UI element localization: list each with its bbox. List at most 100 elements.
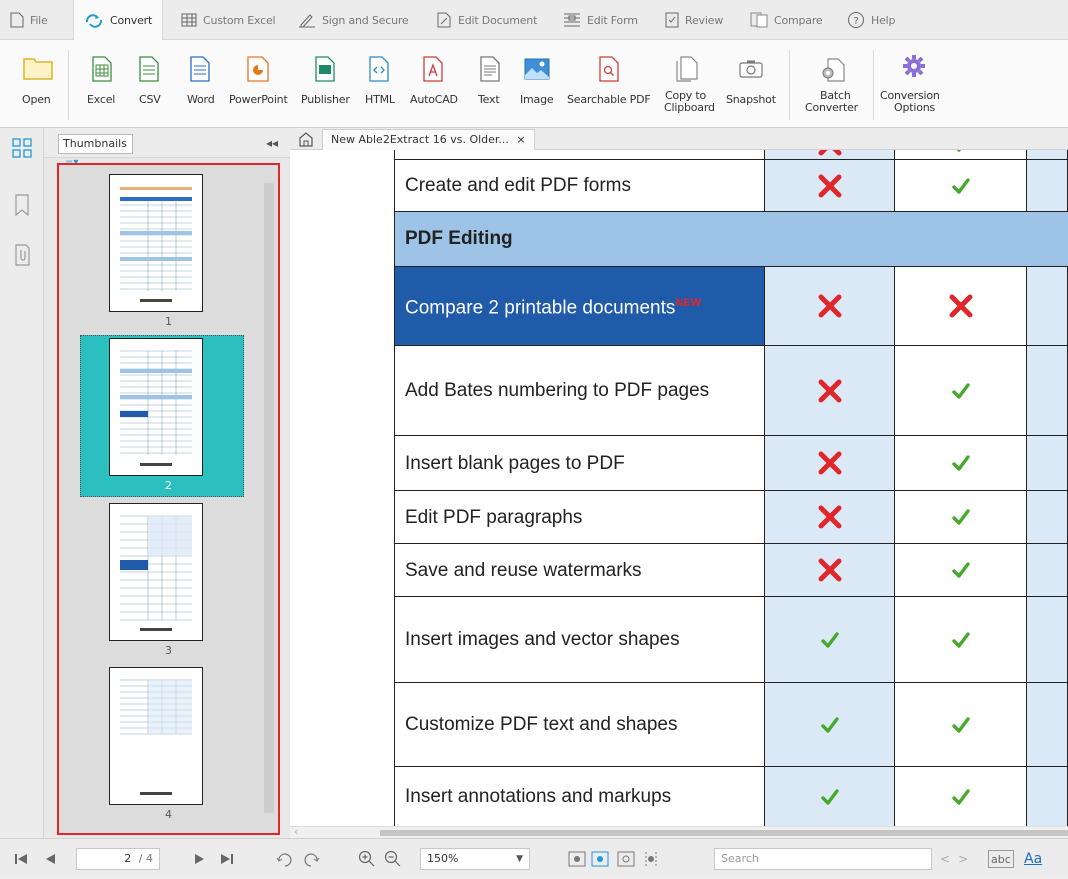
cross-icon [818,174,841,197]
close-tab-icon[interactable]: × [516,133,525,146]
tab-review[interactable]: Review [665,0,723,40]
page-thumbnail-1[interactable] [109,174,203,312]
gear-icon [903,55,925,77]
chevron-left-icon[interactable]: < [940,852,950,866]
page-thumbnail-3[interactable] [109,503,203,641]
check-icon [951,788,970,805]
open-button[interactable]: Open [20,40,56,128]
zoom-in-button[interactable] [358,839,376,879]
tab-help[interactable]: ? Help [847,0,895,40]
tab-sign-and-secure[interactable]: Sign and Secure [298,0,409,40]
rotate-buttons[interactable] [276,839,320,879]
convert-icon [85,13,103,28]
html-button[interactable]: HTML [362,40,396,128]
cross-icon [949,294,972,318]
compare-cell [895,683,1027,766]
image-button[interactable]: Image [517,40,557,128]
tab-custom-excel[interactable]: Custom Excel [181,0,276,40]
copy-to-clipboard-button[interactable]: Copy to Clipboard [660,40,715,128]
chevron-left-icon[interactable]: ‹ [294,825,298,838]
check-icon [951,382,970,399]
bookmark-icon[interactable] [14,194,30,216]
review-icon [665,12,679,28]
table-row: Compare 2 printable documentsNEW [394,267,1068,346]
page-thumbnail-4[interactable] [109,667,203,805]
next-page-icon [195,854,204,864]
check-icon [951,509,970,525]
tab-compare[interactable]: Compare [750,0,823,40]
compare-cell [1027,767,1068,826]
match-case-toggle[interactable]: Aa [1024,839,1042,879]
whole-word-toggle[interactable]: abc [988,850,1014,868]
page-thumbnail-2[interactable] [109,338,203,476]
csv-icon [139,56,159,82]
compare-cell [765,491,895,543]
search-input[interactable]: Search [714,848,932,870]
document-tab[interactable]: New Able2Extract 16 vs. Older... × [322,129,535,150]
compare-cell [765,544,895,596]
page-input[interactable]: 2 / 4 [76,848,160,870]
feature-label: Save and reuse watermarks [394,544,765,596]
feature-label: Add Bates numbering to PDF pages [394,346,765,435]
ribbon-separator [873,50,874,120]
thumbnails-icon[interactable] [12,138,32,158]
section-title: PDF Editing [405,228,513,249]
chevron-right-icon[interactable]: > [958,852,968,866]
feature-label: Edit PDF paragraphs [394,491,765,543]
snapshot-button[interactable]: Snapshot [722,40,780,128]
csv-button[interactable]: CSV [134,40,164,128]
powerpoint-icon [247,56,269,82]
word-button[interactable]: Word [183,40,217,128]
tab-file[interactable]: File [10,0,48,40]
zoom-out-icon [384,850,401,867]
next-page-button[interactable] [194,839,206,879]
zoom-select[interactable]: 150% ▼ [420,848,530,870]
view-mode-buttons[interactable] [568,839,688,879]
folder-icon [23,58,53,80]
last-page-button[interactable] [220,839,234,879]
edit-document-icon [437,12,451,28]
previous-page-button[interactable] [44,839,56,879]
page-number: 1 [165,315,172,328]
new-badge: NEW [675,297,702,310]
copy-to-label-2: Clipboard [664,101,715,114]
help-icon: ? [848,12,864,28]
collapse-panel-icon[interactable]: ◂◂ [266,136,278,150]
attachment-icon[interactable] [14,244,30,266]
publisher-button[interactable]: Publisher [300,40,350,128]
svg-text:?: ? [853,16,858,27]
conversion-options-button[interactable]: Conversion Options [880,40,948,128]
batch-converter-button[interactable]: Batch Converter [800,40,864,128]
compare-cell [895,150,1027,159]
first-page-icon [15,854,27,864]
compare-cell [765,597,895,682]
tab-convert[interactable]: Convert [73,0,164,41]
compare-cell [895,767,1027,826]
first-page-button[interactable] [14,839,28,879]
tab-edit-form[interactable]: Edit Form [563,0,638,40]
compare-cell [895,597,1027,682]
publisher-icon [315,56,335,82]
horizontal-scrollbar[interactable]: ‹ [290,825,1068,838]
cross-icon [818,505,841,529]
table-row: Fill in and submit PDF forms [394,150,1068,160]
compare-cell [895,544,1027,596]
excel-button[interactable]: Excel [84,40,120,128]
zoom-out-button[interactable] [384,839,402,879]
view-mode-icon [568,851,657,867]
rotate-icon [276,853,320,867]
searchable-pdf-button[interactable]: Searchable PDF [566,40,652,128]
table-row: Add Bates numbering to PDF pages [394,346,1068,436]
scroll-thumb[interactable] [380,830,1068,836]
thumbnails-scrollbar[interactable] [264,183,274,813]
home-icon[interactable] [298,131,314,147]
text-button[interactable]: Text [475,40,505,128]
page-preview [120,350,192,466]
tab-edit-document[interactable]: Edit Document [436,0,537,40]
autocad-button[interactable]: AutoCAD [408,40,458,128]
thumbnails-dropdown[interactable]: Thumbnails =▾ [58,134,133,168]
table-row: Edit PDF paragraphs [394,491,1068,544]
powerpoint-button[interactable]: PowerPoint [228,40,288,128]
table-row: Customize PDF text and shapes [394,683,1068,767]
search-nav[interactable]: < > [940,839,968,879]
